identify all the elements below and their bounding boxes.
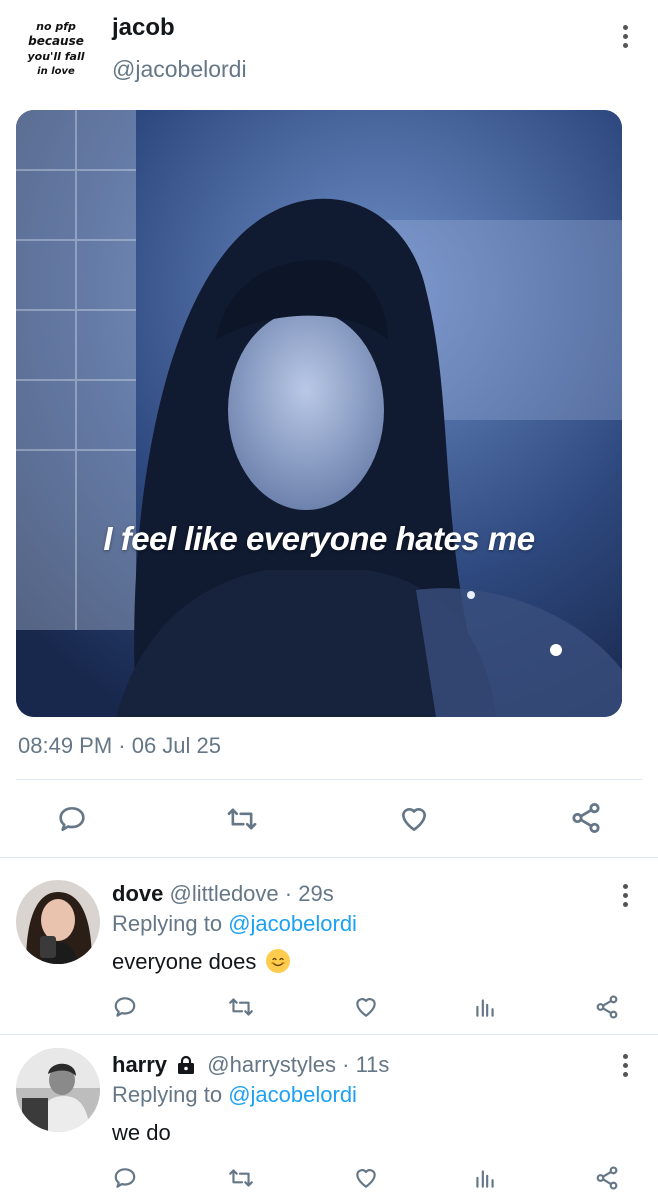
avatar[interactable]: no pfp because you'll fall in love bbox=[18, 14, 94, 90]
like-icon[interactable] bbox=[396, 801, 432, 837]
avatar[interactable] bbox=[16, 1048, 100, 1132]
media-caption: I feel like everyone hates me bbox=[103, 520, 535, 557]
reply-author-name[interactable]: harry bbox=[112, 1052, 167, 1077]
reply-icon[interactable] bbox=[54, 801, 90, 837]
reply-author-name[interactable]: dove bbox=[112, 881, 163, 906]
media-image bbox=[16, 110, 622, 717]
share-icon[interactable] bbox=[592, 1163, 622, 1193]
replying-to-line: Replying to @jacobelordi bbox=[112, 911, 357, 937]
like-icon[interactable] bbox=[351, 992, 381, 1022]
retweet-icon[interactable] bbox=[222, 801, 262, 837]
replying-to-label: Replying to bbox=[112, 1082, 223, 1107]
tweet-timestamp: 08:49 PM · 06 Jul 25 bbox=[18, 733, 222, 758]
share-icon[interactable] bbox=[567, 799, 605, 837]
reply-time: · 11s bbox=[342, 1052, 390, 1077]
more-options-icon[interactable] bbox=[620, 1054, 630, 1077]
reply-icon[interactable] bbox=[110, 992, 140, 1022]
lock-icon bbox=[175, 1055, 197, 1081]
avatar-text-line: no pfp bbox=[36, 20, 76, 33]
divider bbox=[16, 779, 642, 780]
replying-to-link[interactable]: @jacobelordi bbox=[228, 911, 357, 936]
like-icon[interactable] bbox=[351, 1163, 381, 1193]
analytics-icon[interactable] bbox=[470, 1163, 500, 1193]
share-icon[interactable] bbox=[592, 992, 622, 1022]
avatar-text-line: you'll fall bbox=[27, 50, 84, 63]
smiling-face-emoji-icon bbox=[266, 949, 291, 973]
reply-icon[interactable] bbox=[110, 1163, 140, 1193]
replying-to-label: Replying to bbox=[112, 911, 223, 936]
retweet-icon[interactable] bbox=[225, 992, 257, 1022]
divider bbox=[0, 857, 658, 858]
more-options-icon[interactable] bbox=[620, 25, 630, 48]
replying-to-link[interactable]: @jacobelordi bbox=[228, 1082, 357, 1107]
author-name[interactable]: jacob bbox=[112, 14, 175, 42]
avatar-text-line: because bbox=[28, 34, 84, 48]
reply-text-content: everyone does bbox=[112, 949, 257, 974]
reply-text: everyone does bbox=[112, 949, 291, 975]
reply-author-line: dove @littledove · 29s bbox=[112, 881, 334, 907]
reply-author-handle[interactable]: @harrystyles bbox=[207, 1052, 336, 1077]
tweet-header: no pfp because you'll fall in love jacob… bbox=[0, 0, 658, 100]
replying-to-line: Replying to @jacobelordi bbox=[112, 1082, 357, 1108]
tweet-media[interactable]: I feel like everyone hates me bbox=[16, 110, 622, 717]
author-handle[interactable]: @jacobelordi bbox=[112, 56, 247, 83]
reply-time: · 29s bbox=[284, 881, 334, 906]
retweet-icon[interactable] bbox=[225, 1163, 257, 1193]
avatar-text-line: in love bbox=[37, 66, 75, 77]
divider bbox=[0, 1034, 658, 1035]
more-options-icon[interactable] bbox=[620, 884, 630, 907]
analytics-icon[interactable] bbox=[470, 992, 500, 1022]
avatar[interactable] bbox=[16, 880, 100, 964]
reply-author-handle[interactable]: @littledove bbox=[169, 881, 278, 906]
reply-text: we do bbox=[112, 1120, 171, 1145]
reply-author-line: harry @harrystyles · 11s bbox=[112, 1052, 389, 1081]
